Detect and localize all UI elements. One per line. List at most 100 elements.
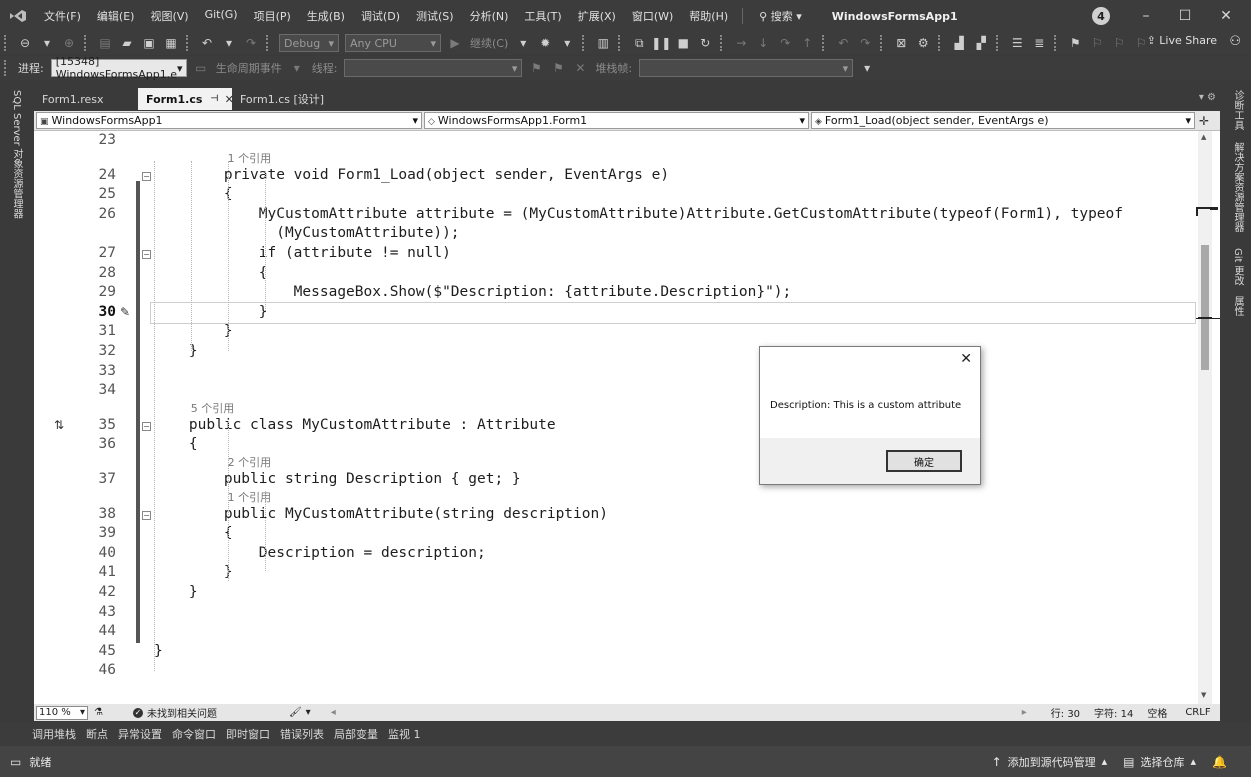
tool-window-tab[interactable]: 命令窗口 [172, 726, 216, 742]
code-line[interactable]: 27 if (attribute != null) [34, 245, 1198, 265]
configuration-combo[interactable]: Debug ▾ [279, 34, 339, 52]
uncomment-icon[interactable]: ▞ [972, 34, 990, 52]
code-line[interactable]: (MyCustomAttribute)); [34, 225, 1198, 245]
chevron-down-icon[interactable]: ▾ [558, 34, 576, 52]
project-dropdown[interactable]: ▣ WindowsFormsApp1 ▾ [36, 112, 422, 129]
chevron-down-icon[interactable]: ▾ [514, 34, 532, 52]
add-source-control-button[interactable]: 添加到源代码管理 [1008, 754, 1096, 770]
codelens-references[interactable]: 5 个引用 [191, 400, 235, 416]
bookmark-icon[interactable]: ⚑ [1066, 34, 1084, 52]
code-line[interactable]: 45} [34, 643, 1198, 663]
menu-item[interactable]: Git(G) [197, 8, 246, 24]
back-icon[interactable]: ⊖ [16, 34, 34, 52]
menu-item[interactable]: 项目(P) [246, 8, 299, 24]
chevron-down-icon[interactable]: ▾ [220, 34, 238, 52]
code-line[interactable]: 31 } [34, 323, 1198, 343]
tool-window-tab[interactable]: 断点 [86, 726, 108, 742]
char-indicator[interactable]: 字符: 14 [1094, 705, 1133, 720]
code-line[interactable]: 46 [34, 662, 1198, 682]
browser-link-icon[interactable]: ⧉ [630, 34, 648, 52]
menu-item[interactable]: 编辑(E) [89, 8, 143, 24]
chevron-down-icon[interactable]: ▾ [288, 59, 306, 77]
scroll-up-icon[interactable]: ▲ [1201, 133, 1206, 141]
chevron-up-icon[interactable]: ▴ [1191, 755, 1197, 768]
code-line[interactable]: 29 MessageBox.Show($"Description: {attri… [34, 284, 1198, 304]
navigate-forward-icon[interactable]: ↷ [856, 34, 874, 52]
code-editor[interactable]: 23 1 个引用 24 private void Form1_Load(object… [34, 131, 1220, 704]
scroll-left-icon[interactable]: ◂ [331, 707, 336, 718]
open-file-icon[interactable]: ▰ [118, 34, 136, 52]
git-changes-tab[interactable]: Git 更改 [1230, 248, 1245, 286]
tool-window-tab[interactable]: 错误列表 [280, 726, 324, 742]
process-combo[interactable]: [15348] WindowsFormsApp1.e ▾ [50, 55, 187, 81]
code-line[interactable]: 40 Description = description; [34, 545, 1198, 565]
undo-icon[interactable]: ↶ [198, 34, 216, 52]
chevron-down-icon[interactable]: ▾ [38, 34, 56, 52]
code-line[interactable]: 28 { [34, 265, 1198, 285]
code-line[interactable]: 37 public string Description { get; } [34, 471, 1198, 491]
pause-icon[interactable]: ❚❚ [651, 34, 671, 52]
clear-flags-icon[interactable]: ✕ [571, 59, 589, 77]
menu-item[interactable]: 文件(F) [36, 8, 89, 24]
lifecycle-events-button[interactable]: 生命周期事件 [216, 60, 282, 76]
flag-threads-icon[interactable]: ⚑ [549, 59, 567, 77]
save-icon[interactable]: ▣ [140, 34, 158, 52]
scrollbar-thumb[interactable] [1201, 245, 1209, 370]
menu-item[interactable]: 窗口(W) [624, 8, 681, 24]
outdent-icon[interactable]: ☰ [1008, 34, 1026, 52]
menu-item[interactable]: 视图(V) [142, 8, 196, 24]
hot-reload-icon[interactable]: ✹ [536, 34, 554, 52]
tab-form1-resx[interactable]: Form1.resx [34, 88, 138, 110]
brush-icon[interactable]: 🖌 [289, 707, 302, 718]
visual-studio-logo-icon[interactable] [0, 0, 36, 32]
solution-explorer-tab[interactable]: 解决方案资源管理器 [1230, 142, 1245, 232]
code-line[interactable]: 39 { [34, 525, 1198, 545]
code-line[interactable]: 33 [34, 363, 1198, 383]
navigate-back-icon[interactable]: ↶ [834, 34, 852, 52]
editor-vertical-scrollbar[interactable]: ▲ ▼ [1198, 131, 1212, 704]
collapse-icon[interactable]: − [142, 510, 151, 520]
platform-combo[interactable]: Any CPU ▾ [345, 34, 441, 52]
output-icon[interactable]: ▭ [10, 755, 21, 769]
tool-window-tab[interactable]: 局部变量 [334, 726, 378, 742]
tab-form1-cs[interactable]: Form1.cs ⊣ ✕ [138, 88, 234, 110]
eol-indicator[interactable]: CRLF [1185, 707, 1210, 718]
maximize-icon[interactable]: ☐ [1175, 6, 1195, 26]
split-editor-icon[interactable]: ✛ [1199, 114, 1209, 128]
zoom-combo[interactable]: 110 % ▾ [36, 705, 88, 720]
navigate-inheritance-icon[interactable]: ⇅ [54, 418, 64, 432]
menu-item[interactable]: 调试(D) [353, 8, 408, 24]
tab-overflow-icon[interactable]: ▾ ⚙ [1199, 92, 1216, 103]
notification-badge[interactable]: 4 [1092, 7, 1110, 25]
minimize-icon[interactable]: – [1136, 6, 1156, 26]
whitespace-indicator[interactable]: 空格 [1147, 705, 1167, 720]
code-line[interactable]: 43 [34, 604, 1198, 624]
code-line[interactable]: 36 { [34, 436, 1198, 456]
step-into-icon[interactable]: ↓ [754, 34, 772, 52]
search-button[interactable]: ⚲ 搜索 ▾ [749, 8, 812, 24]
indent-icon[interactable]: ≣ [1030, 34, 1048, 52]
code-line[interactable]: 38 public MyCustomAttribute(string descr… [34, 506, 1198, 526]
save-all-icon[interactable]: ▦ [162, 34, 180, 52]
step-over-icon[interactable]: ↷ [776, 34, 794, 52]
threads-icon[interactable]: ⚙ [914, 34, 932, 52]
code-line[interactable]: 35 public class MyCustomAttribute : Attr… [34, 417, 1198, 437]
issues-indicator[interactable]: ✓ 未找到相关问题 [132, 705, 217, 720]
chevron-up-icon[interactable]: ▴ [1102, 755, 1108, 768]
code-line[interactable]: 44 [34, 623, 1198, 643]
code-line[interactable]: 24 private void Form1_Load(object sender… [34, 167, 1198, 187]
notifications-icon[interactable]: 🔔 [1212, 755, 1227, 769]
sql-server-explorer-tab[interactable]: SQL Server 对象资源管理器 [9, 90, 24, 219]
code-line[interactable]: 25 { [34, 186, 1198, 206]
toolbar-grip[interactable] [4, 60, 10, 76]
code-cleanup-icon[interactable]: ⚗ [94, 707, 103, 718]
toolbar-grip[interactable] [4, 35, 10, 51]
member-dropdown[interactable]: ◈ Form1_Load(object sender, EventArgs e) ▾ [811, 112, 1195, 129]
step-out-icon[interactable]: ↑ [798, 34, 816, 52]
collapse-icon[interactable]: − [142, 421, 151, 431]
feedback-icon[interactable]: ⚇ [1229, 34, 1241, 49]
stackframe-combo[interactable]: ▾ [639, 59, 854, 77]
continue-button[interactable]: 继续(C) [470, 35, 508, 51]
scroll-right-icon[interactable]: ▸ [1022, 707, 1027, 718]
menu-item[interactable]: 测试(S) [408, 8, 462, 24]
